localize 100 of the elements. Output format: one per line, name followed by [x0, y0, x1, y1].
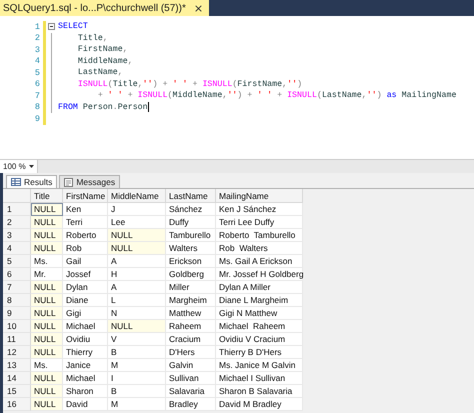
result-tab[interactable]: Results — [6, 175, 58, 188]
row-header[interactable]: 2 — [3, 216, 31, 229]
column-header[interactable]: Title — [31, 189, 63, 203]
table-cell[interactable]: Thierry — [63, 346, 108, 359]
table-cell[interactable]: H — [108, 268, 166, 281]
table-cell[interactable]: Mr. Jossef H Goldberg — [216, 268, 303, 281]
table-cell[interactable]: NULL — [31, 294, 63, 307]
table-cell[interactable]: Galvin — [166, 359, 216, 372]
collapse-icon[interactable] — [48, 23, 55, 30]
close-button[interactable]: × — [194, 2, 204, 14]
row-header[interactable]: 12 — [3, 346, 31, 359]
table-cell[interactable]: Roberto Tamburello — [216, 229, 303, 242]
table-cell[interactable]: NULL — [108, 229, 166, 242]
table-cell[interactable]: Jossef — [63, 268, 108, 281]
table-cell[interactable]: Raheem — [166, 320, 216, 333]
table-cell[interactable]: Sharon B Salavaria — [216, 385, 303, 398]
table-cell[interactable]: Matthew — [166, 307, 216, 320]
table-cell[interactable]: Diane — [63, 294, 108, 307]
table-cell[interactable]: N — [108, 307, 166, 320]
table-cell[interactable]: Goldberg — [166, 268, 216, 281]
horizontal-scrollbar[interactable] — [38, 160, 474, 173]
table-cell[interactable]: NULL — [108, 320, 166, 333]
table-cell[interactable]: Erickson — [166, 255, 216, 268]
table-cell[interactable]: Gail — [63, 255, 108, 268]
table-cell[interactable]: M — [108, 359, 166, 372]
table-cell[interactable]: Ovidiu — [63, 333, 108, 346]
table-cell[interactable]: David M Bradley — [216, 398, 303, 411]
table-cell[interactable]: Gigi N Matthew — [216, 307, 303, 320]
table-cell[interactable]: Sharon — [63, 385, 108, 398]
row-header[interactable]: 3 — [3, 229, 31, 242]
table-cell[interactable]: Ms. — [31, 359, 63, 372]
table-cell[interactable]: Walters — [166, 242, 216, 255]
table-cell[interactable]: Sullivan — [166, 372, 216, 385]
column-header[interactable]: MailingName — [216, 189, 303, 203]
table-cell[interactable]: Ms. Janice M Galvin — [216, 359, 303, 372]
table-cell[interactable]: Dylan A Miller — [216, 281, 303, 294]
table-cell[interactable]: V — [108, 333, 166, 346]
table-cell[interactable]: NULL — [31, 385, 63, 398]
corner-header[interactable] — [3, 189, 31, 203]
row-header[interactable]: 7 — [3, 281, 31, 294]
table-cell[interactable]: NULL — [31, 320, 63, 333]
row-header[interactable]: 4 — [3, 242, 31, 255]
table-cell[interactable]: Ken J Sánchez — [216, 203, 303, 216]
table-cell[interactable]: Tamburello — [166, 229, 216, 242]
table-cell[interactable]: Ms. Gail A Erickson — [216, 255, 303, 268]
table-cell[interactable]: Ms. — [31, 255, 63, 268]
table-cell[interactable]: M — [108, 398, 166, 411]
table-cell[interactable]: Mr. — [31, 268, 63, 281]
row-header[interactable]: 10 — [3, 320, 31, 333]
column-header[interactable]: LastName — [166, 189, 216, 203]
table-cell[interactable]: NULL — [31, 398, 63, 411]
table-cell[interactable]: Rob — [63, 242, 108, 255]
row-header[interactable]: 14 — [3, 372, 31, 385]
table-cell[interactable]: Sánchez — [166, 203, 216, 216]
table-cell[interactable]: Thierry B D'Hers — [216, 346, 303, 359]
table-cell[interactable]: NULL — [31, 216, 63, 229]
table-cell[interactable]: L — [108, 294, 166, 307]
row-header[interactable]: 5 — [3, 255, 31, 268]
table-cell[interactable]: B — [108, 346, 166, 359]
table-cell[interactable]: Lee — [108, 216, 166, 229]
table-cell[interactable]: Roberto — [63, 229, 108, 242]
table-cell[interactable]: NULL — [31, 346, 63, 359]
row-header[interactable]: 16 — [3, 398, 31, 411]
column-header[interactable]: MiddleName — [108, 189, 166, 203]
row-header[interactable]: 8 — [3, 294, 31, 307]
row-header[interactable]: 9 — [3, 307, 31, 320]
table-cell[interactable]: D'Hers — [166, 346, 216, 359]
table-cell[interactable]: Gigi — [63, 307, 108, 320]
table-cell[interactable]: B — [108, 385, 166, 398]
table-cell[interactable]: Cracium — [166, 333, 216, 346]
row-header[interactable]: 1 — [3, 203, 31, 216]
table-cell[interactable]: Dylan — [63, 281, 108, 294]
table-cell[interactable]: Janice — [63, 359, 108, 372]
table-cell[interactable]: A — [108, 281, 166, 294]
table-cell[interactable]: NULL — [31, 229, 63, 242]
row-header[interactable]: 15 — [3, 385, 31, 398]
table-cell[interactable]: NULL — [108, 242, 166, 255]
table-cell[interactable]: Ovidiu V Cracium — [216, 333, 303, 346]
table-cell[interactable]: NULL — [31, 372, 63, 385]
table-cell[interactable]: NULL — [31, 281, 63, 294]
row-header[interactable]: 13 — [3, 359, 31, 372]
table-cell[interactable]: Margheim — [166, 294, 216, 307]
table-cell[interactable]: NULL — [31, 333, 63, 346]
table-cell[interactable]: Terri — [63, 216, 108, 229]
table-cell[interactable]: J — [108, 203, 166, 216]
result-tab[interactable]: Messages — [59, 175, 120, 188]
table-cell[interactable]: Michael Raheem — [216, 320, 303, 333]
table-cell[interactable]: NULL — [31, 203, 63, 216]
table-cell[interactable]: A — [108, 255, 166, 268]
table-cell[interactable]: Michael — [63, 320, 108, 333]
table-cell[interactable]: Terri Lee Duffy — [216, 216, 303, 229]
table-cell[interactable]: David — [63, 398, 108, 411]
table-cell[interactable]: Ken — [63, 203, 108, 216]
table-cell[interactable]: Salavaria — [166, 385, 216, 398]
table-cell[interactable]: NULL — [31, 242, 63, 255]
table-cell[interactable]: Diane L Margheim — [216, 294, 303, 307]
table-cell[interactable]: Rob Walters — [216, 242, 303, 255]
table-cell[interactable]: I — [108, 372, 166, 385]
document-tab[interactable]: SQLQuery1.sql - lo...P\cchurchwell (57))* × — [0, 0, 210, 16]
table-cell[interactable]: Michael — [63, 372, 108, 385]
